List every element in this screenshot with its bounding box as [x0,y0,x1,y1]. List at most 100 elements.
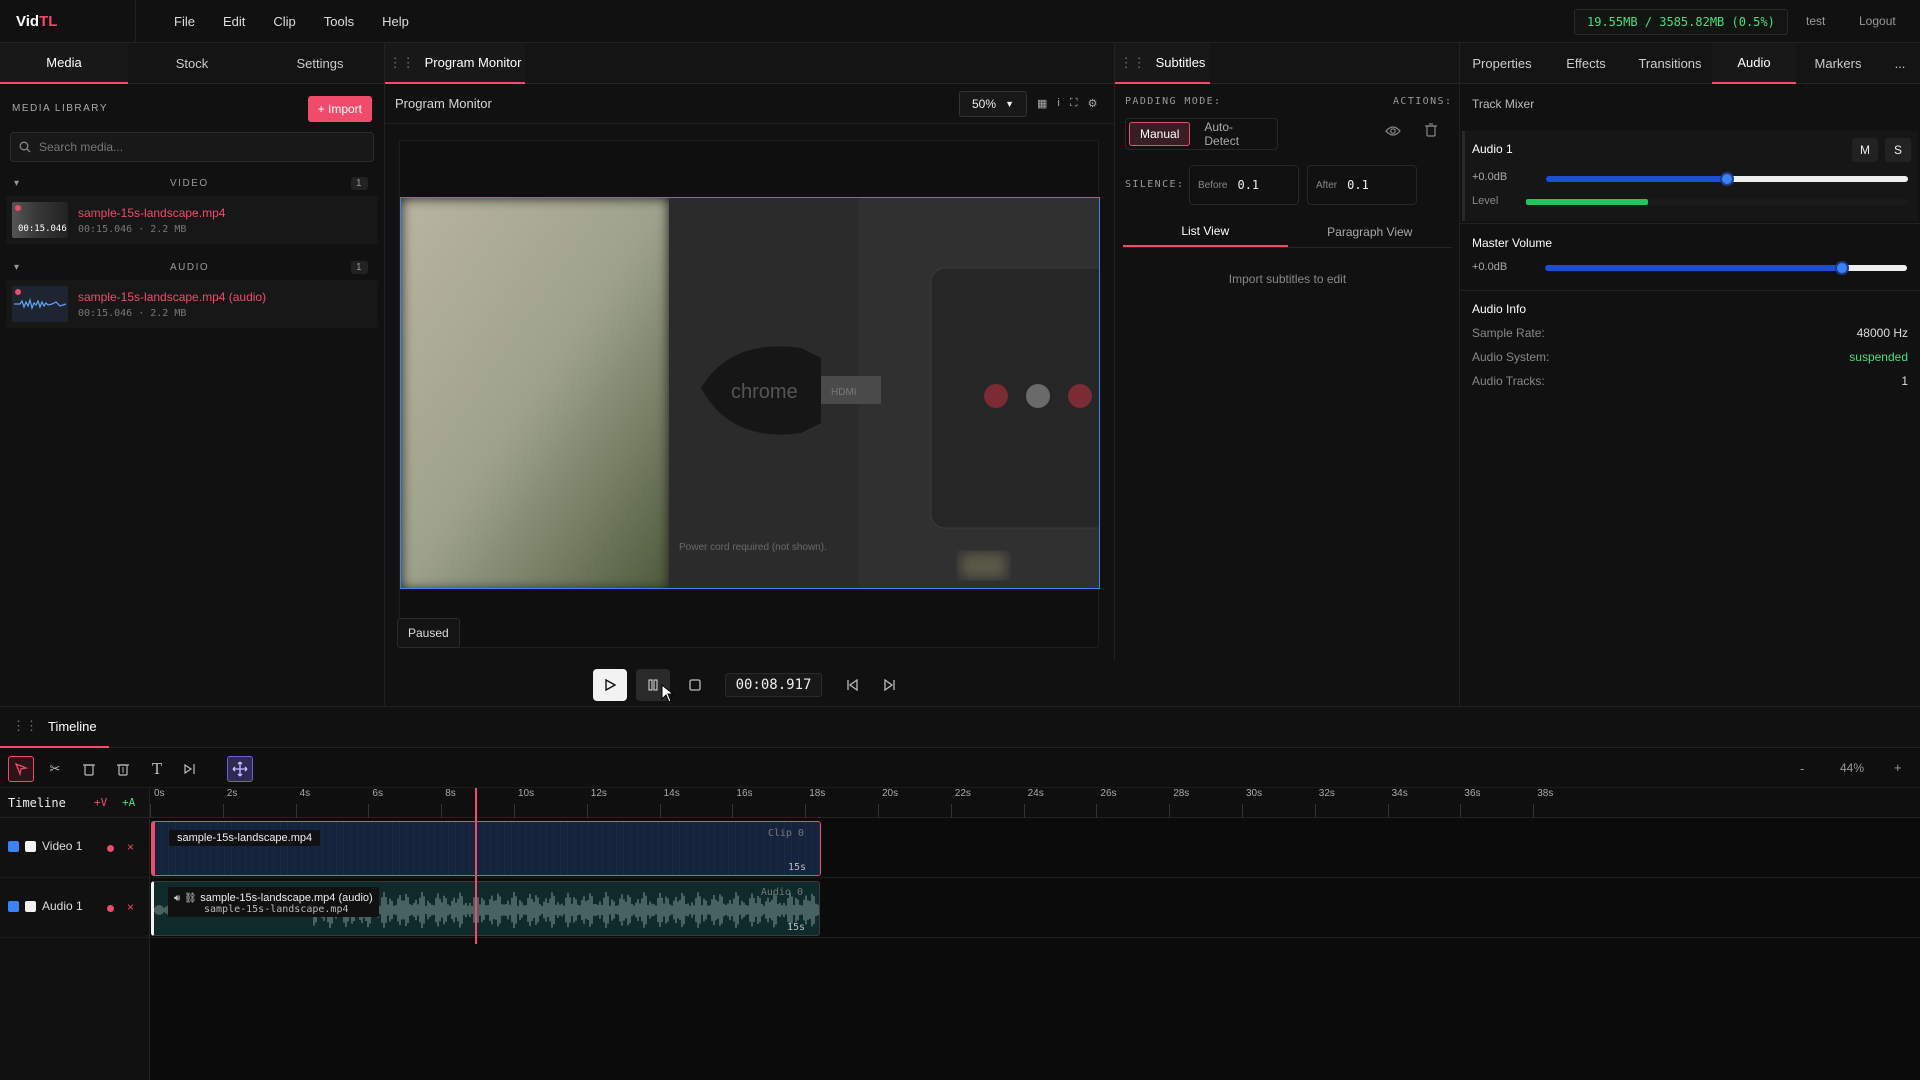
ruler-tick-label: 30s [1246,788,1263,799]
zoom-in-button[interactable]: + [1894,760,1902,775]
track-enable-checkbox[interactable] [8,900,19,912]
video-clip[interactable]: sample-15s-landscape.mp4 Clip 0 15s [151,821,821,876]
trim-icon [184,763,195,775]
mute-button[interactable]: M [1852,138,1878,162]
trash-icon[interactable] [1425,123,1437,137]
delete-track-icon[interactable]: × [127,840,134,854]
tab-settings[interactable]: Settings [256,43,384,84]
ruler-tick-label: 10s [518,788,535,799]
audio-clip[interactable]: 🔊︎ ⛓︎ sample-15s-landscape.mp4 (audio) s… [151,881,820,936]
media-item-audio[interactable]: sample-15s-landscape.mp4 (audio) 00:15.0… [6,280,378,328]
timecode-display[interactable]: 00:08.917 [725,673,822,697]
video-group-header[interactable]: ▾ VIDEO 1 [0,170,384,196]
silence-before-field[interactable]: Before 0.1 [1189,165,1299,205]
mode-manual-button[interactable]: Manual [1129,122,1191,146]
tab-audio[interactable]: Audio [1712,43,1796,84]
app-logo[interactable]: Vid TL [0,0,136,43]
tab-timeline[interactable]: ⋮⋮ Timeline [0,707,109,748]
drag-handle-icon[interactable]: ⋮⋮ [389,55,415,71]
ruler-tick-label: 0s [154,788,165,799]
track-lock-checkbox[interactable] [25,840,36,852]
drag-handle-icon[interactable]: ⋮⋮ [12,718,38,734]
eye-icon[interactable] [1385,125,1401,137]
menu-edit[interactable]: Edit [209,14,259,29]
clip-id: Clip 0 [767,828,804,839]
delete-button[interactable] [76,756,102,782]
playhead[interactable] [474,788,477,944]
search-placeholder: Search media... [39,140,124,154]
stop-button[interactable] [678,669,712,701]
info-icon[interactable]: i [1057,97,1059,110]
ripple-delete-button[interactable] [110,756,136,782]
tab-list-view[interactable]: List View [1123,216,1288,247]
level-meter [1526,199,1908,205]
media-item-video[interactable]: 00:15.046 sample-15s-landscape.mp4 00:15… [6,196,378,244]
gear-icon[interactable]: ⚙ [1088,97,1098,110]
menu-clip[interactable]: Clip [259,14,309,29]
tab-properties[interactable]: Properties [1460,43,1544,84]
menu-tools[interactable]: Tools [310,14,368,29]
record-icon[interactable] [107,905,114,912]
audio-group-header[interactable]: ▾ AUDIO 1 [0,254,384,280]
zoom-value: 50% [972,97,997,111]
logout-button[interactable]: Logout [1859,14,1896,28]
track-enable-checkbox[interactable] [8,840,19,852]
select-tool-button[interactable] [8,756,34,782]
text-tool-button[interactable]: T [144,756,170,782]
track-header-video: Video 1 [8,839,82,853]
tab-stock[interactable]: Stock [128,43,256,84]
subtitles-panel: ⋮⋮ Subtitles PADDING MODE: ACTIONS: Manua… [1115,43,1460,706]
master-volume-slider[interactable] [1545,261,1907,275]
play-button[interactable] [593,669,627,701]
clip-length: 15s [786,922,805,933]
track-volume-slider[interactable] [1546,172,1908,186]
import-button[interactable]: + Import [307,96,372,122]
fullscreen-icon[interactable]: ⛶ [1070,97,1078,110]
tab-media[interactable]: Media [0,43,128,84]
ruler-tick-label: 34s [1391,788,1408,799]
tab-paragraph-view[interactable]: Paragraph View [1288,216,1453,247]
tab-effects[interactable]: Effects [1544,43,1628,84]
zoom-out-button[interactable]: - [1800,761,1804,776]
search-input[interactable]: Search media... [10,132,374,162]
drag-handle-icon[interactable]: ⋮⋮ [1120,55,1146,71]
razor-tool-button[interactable]: ✂ [42,756,68,782]
slider-knob[interactable] [1835,261,1849,275]
add-video-track-button[interactable]: +V [94,796,107,809]
tab-more[interactable]: ... [1880,43,1920,84]
trim-tool-button[interactable] [177,756,203,782]
mode-auto-detect-button[interactable]: Auto-Detect [1194,120,1274,148]
clip-subtitle: sample-15s-landscape.mp4 [204,904,349,915]
menu-help[interactable]: Help [368,14,423,29]
video-frame[interactable]: chrome HDMI Power cord required (not sho… [400,197,1100,589]
delete-track-icon[interactable]: × [127,900,134,914]
go-to-start-button[interactable] [835,669,869,701]
slider-knob[interactable] [1720,172,1734,186]
ruler-tick [295,804,297,818]
username: test [1806,14,1826,28]
go-to-end-button[interactable] [873,669,907,701]
ruler-tick-label: 20s [882,788,899,799]
track-lock-checkbox[interactable] [25,900,36,912]
ruler-tick [1387,804,1389,818]
tab-subtitles[interactable]: ⋮⋮ Subtitles [1115,43,1210,84]
track-row-audio: Audio 1 × 🔊︎ ⛓︎ sample-15s-landscape.mp4… [0,878,1920,938]
info-value: 48000 Hz [1856,326,1908,340]
ruler-tick [586,804,588,818]
zoom-select[interactable]: 50% ▼ [959,91,1027,117]
silence-after-field[interactable]: After 0.1 [1307,165,1417,205]
memory-indicator: 19.55MB / 3585.82MB (0.5%) [1574,9,1788,35]
solo-button[interactable]: S [1885,138,1911,162]
tab-label: Subtitles [1155,55,1206,70]
tab-transitions[interactable]: Transitions [1628,43,1712,84]
tab-markers[interactable]: Markers [1796,43,1880,84]
menu-file[interactable]: File [160,14,209,29]
move-icon [232,761,248,777]
before-value: 0.1 [1237,178,1260,192]
snap-toggle-button[interactable] [227,756,253,782]
time-ruler[interactable]: 0s 2s 4s 6s 8s 10s 12s 14s 16s 18s 20s 22s 24s 26s 28s… [150,788,1920,818]
tab-program-monitor[interactable]: ⋮⋮ Program Monitor [385,43,525,84]
grid-icon[interactable]: ▦ [1037,97,1047,110]
add-audio-track-button[interactable]: +A [122,796,135,809]
record-icon[interactable] [107,845,114,852]
